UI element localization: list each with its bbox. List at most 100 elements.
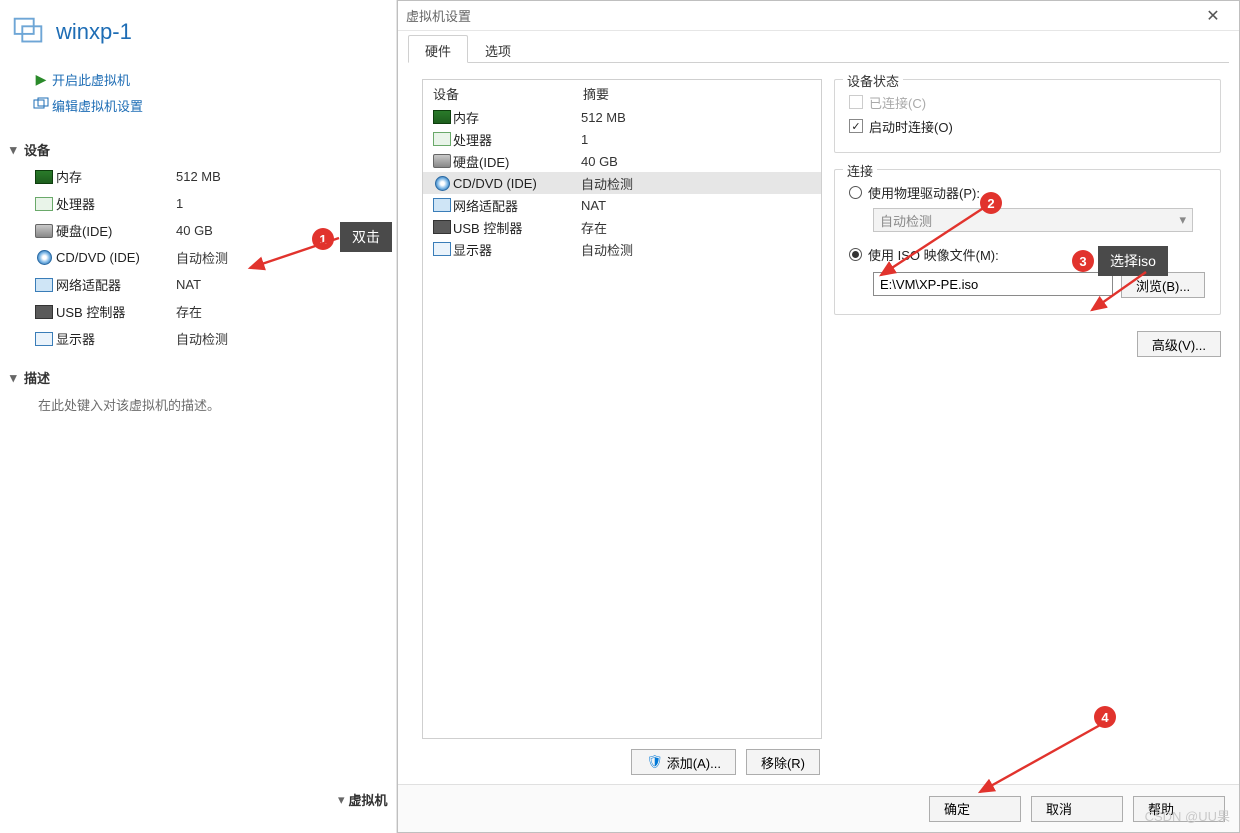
physical-radio[interactable] — [849, 186, 862, 199]
hw-summary: NAT — [581, 198, 606, 213]
ok-button[interactable]: 确定 — [929, 796, 1021, 822]
vm-name: winxp-1 — [56, 19, 132, 45]
tab-options[interactable]: 选项 — [468, 35, 528, 63]
hw-device: USB 控制器 — [453, 218, 581, 237]
start-vm-action[interactable]: ▶ 开启此虚拟机 — [30, 66, 396, 92]
use-physical-drive-row[interactable]: 使用物理驱动器(P): — [849, 180, 1206, 204]
connected-checkbox-row: 已连接(C) — [849, 90, 1206, 114]
hw-row-mon[interactable]: 显示器自动检测 — [423, 238, 821, 260]
shield-icon: 🛡 — [646, 754, 663, 770]
dialog-body: 硬件 选项 设备 摘要 内存512 MB处理器1硬盘(IDE)40 GBCD/D… — [398, 31, 1239, 775]
device-value: 自动检测 — [176, 248, 228, 267]
connection-legend: 连接 — [843, 161, 877, 180]
remove-hardware-button[interactable]: 移除(R) — [746, 749, 820, 775]
description-header[interactable]: ▾ 描述 — [10, 368, 378, 387]
hw-row-cd[interactable]: CD/DVD (IDE)自动检测 — [423, 172, 821, 194]
description-placeholder[interactable]: 在此处键入对该虚拟机的描述。 — [18, 391, 378, 414]
physical-label: 使用物理驱动器(P): — [868, 183, 980, 202]
device-row-usb[interactable]: USB 控制器存在 — [18, 298, 378, 325]
vm-title-row: winxp-1 — [0, 8, 396, 62]
vm-settings-dialog: 虚拟机设置 ✕ 硬件 选项 设备 摘要 内存512 MB处理器1硬盘(IDE)4… — [397, 0, 1240, 833]
hw-row-usb[interactable]: USB 控制器存在 — [423, 216, 821, 238]
physical-drive-value: 自动检测 — [880, 211, 932, 230]
hw-summary: 512 MB — [581, 110, 626, 125]
device-detail-column: 设备状态 已连接(C) ✓ 启动时连接(O) 连接 使用物理驱动器(P): — [834, 79, 1221, 775]
mon-icon — [32, 330, 56, 348]
hw-summary: 自动检测 — [581, 174, 633, 193]
devices-header[interactable]: ▾ 设备 — [10, 140, 378, 159]
tab-content: 设备 摘要 内存512 MB处理器1硬盘(IDE)40 GBCD/DVD (ID… — [408, 63, 1229, 775]
iso-radio[interactable] — [849, 248, 862, 261]
devices-title: 设备 — [24, 140, 50, 159]
chevron-down-icon: ▾ — [338, 792, 345, 808]
hw-row-cpu[interactable]: 处理器1 — [423, 128, 821, 150]
device-label: 内存 — [56, 167, 176, 186]
connected-label: 已连接(C) — [869, 93, 926, 112]
device-value: 40 GB — [176, 223, 213, 238]
device-status-legend: 设备状态 — [843, 71, 903, 90]
poweron-checkbox[interactable]: ✓ — [849, 119, 863, 133]
close-icon[interactable]: ✕ — [1193, 2, 1233, 30]
edit-settings-icon — [30, 97, 52, 114]
add-hardware-button[interactable]: 🛡 添加(A)... — [631, 749, 736, 775]
vm-footer-collapse[interactable]: ▾ 虚拟机 — [338, 790, 388, 809]
annotation-badge-4: 4 — [1094, 706, 1116, 728]
hdd-icon — [431, 152, 453, 170]
hw-summary: 1 — [581, 132, 588, 147]
iso-path-input[interactable] — [873, 272, 1113, 296]
connect-at-poweron-row[interactable]: ✓ 启动时连接(O) — [849, 114, 1206, 138]
device-label: USB 控制器 — [56, 302, 176, 321]
vm-footer-label: 虚拟机 — [349, 790, 388, 809]
tabstrip: 硬件 选项 — [408, 35, 1229, 63]
annotation-badge-1: 1 — [312, 228, 334, 250]
device-row-mem[interactable]: 内存512 MB — [18, 163, 378, 190]
device-label: 处理器 — [56, 194, 176, 213]
cpu-icon — [431, 130, 453, 148]
chevron-down-icon: ▾ — [10, 142, 24, 158]
description-section: ▾ 描述 在此处键入对该虚拟机的描述。 — [0, 356, 396, 418]
hw-summary: 自动检测 — [581, 240, 633, 259]
mem-icon — [32, 168, 56, 186]
vm-actions: ▶ 开启此虚拟机 编辑虚拟机设置 — [0, 62, 396, 128]
device-row-net[interactable]: 网络适配器NAT — [18, 271, 378, 298]
add-button-label: 添加(A)... — [667, 753, 721, 772]
annotation-chip-1: 双击 — [340, 222, 392, 252]
hw-row-mem[interactable]: 内存512 MB — [423, 106, 821, 128]
dialog-titlebar[interactable]: 虚拟机设置 ✕ — [398, 1, 1239, 31]
device-row-mon[interactable]: 显示器自动检测 — [18, 325, 378, 352]
watermark: CSDN @UU果 — [1145, 806, 1230, 825]
dialog-title: 虚拟机设置 — [406, 6, 471, 25]
device-status-group: 设备状态 已连接(C) ✓ 启动时连接(O) — [834, 79, 1221, 153]
usb-icon — [431, 218, 453, 236]
cd-icon — [32, 249, 56, 267]
annotation-badge-3: 3 — [1072, 250, 1094, 272]
advanced-row: 高级(V)... — [834, 331, 1221, 357]
device-value: 存在 — [176, 302, 202, 321]
mon-icon — [431, 240, 453, 258]
hw-summary: 40 GB — [581, 154, 618, 169]
hardware-listbox: 设备 摘要 内存512 MB处理器1硬盘(IDE)40 GBCD/DVD (ID… — [422, 79, 822, 739]
play-icon: ▶ — [30, 71, 52, 88]
edit-vm-action[interactable]: 编辑虚拟机设置 — [30, 92, 396, 118]
hw-summary: 存在 — [581, 218, 607, 237]
poweron-label: 启动时连接(O) — [869, 117, 953, 136]
devices-section: ▾ 设备 内存512 MB处理器1硬盘(IDE)40 GBCD/DVD (IDE… — [0, 128, 396, 356]
device-row-cpu[interactable]: 处理器1 — [18, 190, 378, 217]
physical-drive-select: 自动检测 ▾ — [873, 208, 1193, 232]
advanced-button[interactable]: 高级(V)... — [1137, 331, 1221, 357]
col-summary: 摘要 — [583, 84, 609, 103]
hw-row-hdd[interactable]: 硬盘(IDE)40 GB — [423, 150, 821, 172]
cancel-button[interactable]: 取消 — [1031, 796, 1123, 822]
cpu-icon — [32, 195, 56, 213]
annotation-badge-2: 2 — [980, 192, 1002, 214]
device-value: 512 MB — [176, 169, 221, 184]
hardware-buttons: 🛡 添加(A)... 移除(R) — [422, 739, 822, 775]
device-value: 自动检测 — [176, 329, 228, 348]
hw-device: CD/DVD (IDE) — [453, 176, 581, 191]
tab-hardware[interactable]: 硬件 — [408, 35, 468, 63]
device-value: NAT — [176, 277, 201, 292]
device-label: 硬盘(IDE) — [56, 221, 176, 240]
hw-device: 网络适配器 — [453, 196, 581, 215]
hw-row-net[interactable]: 网络适配器NAT — [423, 194, 821, 216]
hw-device: 显示器 — [453, 240, 581, 259]
